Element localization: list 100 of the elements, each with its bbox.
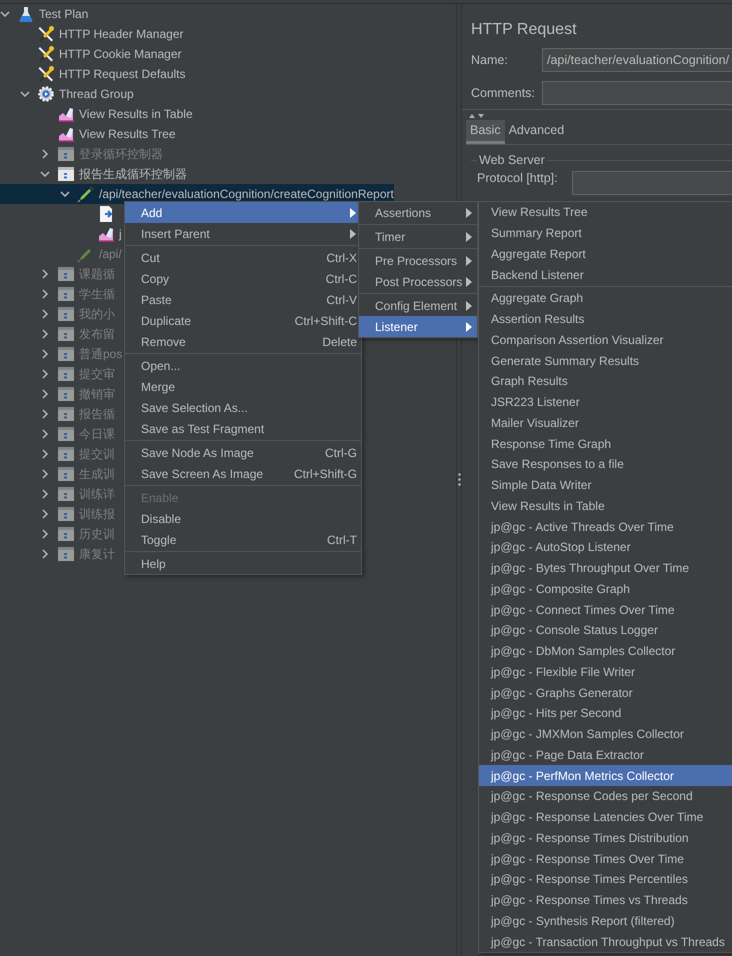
field-label: Comments: [471,84,536,102]
menu-item[interactable]: Cut Ctrl-X [125,247,361,268]
tree-item[interactable]: /api/teacher/evaluationCognition/createCognitionReport [0,184,394,204]
name-field[interactable]: /api/teacher/evaluationCognition/ [542,48,732,72]
tree-item[interactable]: j [0,224,122,244]
tree-item[interactable]: Test Plan [0,4,88,24]
splitter-grip-icon[interactable] [458,473,460,486]
tab[interactable]: Advanced [504,120,568,144]
menu-item[interactable]: Remove Delete [125,331,361,352]
menu-item[interactable]: jp@gc - Transaction Throughput vs Threads [479,931,732,952]
shortcut-label: Ctrl-T [326,532,357,548]
menu-item[interactable]: jp@gc - Response Times Distribution [479,828,732,848]
menu-item[interactable]: jp@gc - Response Times Over Time [479,848,732,869]
shortcut-label: Ctrl+Shift-G [292,466,357,482]
expand-chevron-icon[interactable] [40,169,50,179]
menu-item[interactable]: Timer [359,226,477,247]
menu-item[interactable]: jp@gc - AutoStop Listener [479,537,732,558]
protocol-field[interactable] [572,171,732,195]
tools-icon [37,25,55,43]
menu-item[interactable]: Paste Ctrl-V [125,289,361,310]
controller-icon [57,505,75,523]
panel-title: HTTP Request [471,20,578,40]
tab[interactable]: Basic [466,120,505,144]
menu-item[interactable]: Save as Test Fragment [125,418,361,439]
menu-item[interactable]: jp@gc - Response Times vs Threads [479,890,732,910]
menu-item[interactable]: jp@gc - Flexible File Writer [479,662,732,682]
menu-item[interactable]: Assertions [359,202,477,223]
menu-item[interactable]: jp@gc - DbMon Samples Collector [479,640,732,662]
menu-item[interactable]: Add [125,202,361,223]
tree-item[interactable]: View Results Tree [0,124,176,144]
expand-chevron-icon[interactable] [60,189,70,199]
tools-icon [37,45,55,63]
group-title: Web Server [478,153,546,168]
collapse-arrows-icon[interactable] [468,112,485,119]
graph-icon [97,225,115,243]
menu-item[interactable]: Pre Processors [359,250,477,271]
tree-item[interactable]: HTTP Request Defaults [0,64,186,84]
menu-item[interactable]: jp@gc - Page Data Extractor [479,744,732,766]
tree-item[interactable]: HTTP Cookie Manager [0,44,182,64]
tree-item[interactable]: View Results in Table [0,104,193,124]
menu-item[interactable]: Generate Summary Results [479,350,732,371]
menu-item[interactable]: Mailer Visualizer [479,412,732,434]
controller-icon [57,265,75,283]
comments-field[interactable] [542,81,732,105]
menu-item[interactable]: Config Element [359,295,477,316]
menu-item[interactable]: Simple Data Writer [479,474,732,496]
menu-item[interactable]: Save Responses to a file [479,454,732,475]
controller-icon [57,285,75,303]
menu-item[interactable]: Toggle Ctrl-T [125,529,361,550]
menu-item[interactable]: jp@gc - Console Status Logger [479,620,732,641]
shortcut-label: Ctrl-V [325,292,357,308]
expand-chevron-icon[interactable] [20,89,30,99]
menu-item[interactable]: View Results Tree [479,202,732,223]
menu-item[interactable]: Duplicate Ctrl+Shift-C [125,310,361,331]
menu-item[interactable]: jp@gc - Graphs Generator [479,682,732,703]
menu-item[interactable]: Post Processors [359,271,477,292]
menu-item[interactable]: Comparison Assertion Visualizer [479,330,732,350]
menu-item[interactable]: jp@gc - Synthesis Report (filtered) [479,910,732,932]
menu-item[interactable]: jp@gc - Composite Graph [479,578,732,600]
menu-item[interactable]: Aggregate Report [479,244,732,264]
tree-item[interactable]: Thread Group [0,84,134,104]
menu-item[interactable]: jp@gc - Connect Times Over Time [479,599,732,620]
menu-item[interactable]: View Results in Table [479,496,732,516]
controller-icon [57,425,75,443]
menu-item[interactable]: Response Time Graph [479,433,732,454]
menu-item[interactable]: jp@gc - JMXMon Samples Collector [479,724,732,744]
menu-item[interactable]: jp@gc - Active Threads Over Time [479,516,732,537]
menu-item[interactable]: jp@gc - Hits per Second [479,703,732,724]
menu-item[interactable]: JSR223 Listener [479,392,732,412]
tree-item[interactable]: 报告生成循环控制器 [0,164,187,184]
menu-item[interactable]: Aggregate Graph [479,288,732,309]
shortcut-label: Ctrl-X [325,250,357,266]
expand-chevron-icon[interactable] [0,9,10,19]
controller-icon [57,165,75,183]
flask-icon [17,5,35,23]
controller-icon [57,325,75,343]
menu-item[interactable]: Backend Listener [479,264,732,285]
menu-item[interactable]: Open... [125,355,361,376]
menu-item[interactable]: Insert Parent [125,223,361,244]
menu-item[interactable]: jp@gc - PerfMon Metrics Collector [479,765,732,786]
menu-item[interactable]: Save Node As Image Ctrl-G [125,442,361,463]
tree-item[interactable]: HTTP Header Manager [0,24,184,44]
menu-item[interactable]: Disable [125,508,361,529]
menu-item[interactable]: jp@gc - Response Codes per Second [479,786,732,807]
tools-icon [37,65,55,83]
menu-item[interactable]: Help [125,553,361,574]
shortcut-label: Ctrl-C [324,270,357,288]
menu-item[interactable]: jp@gc - Response Latencies Over Time [479,806,732,828]
menu-item[interactable]: Save Screen As Image Ctrl+Shift-G [125,463,361,484]
menu-item[interactable]: jp@gc - Response Times Percentiles [479,869,732,890]
controller-icon [57,365,75,383]
menu-item[interactable]: jp@gc - Bytes Throughput Over Time [479,558,732,578]
menu-item[interactable]: Assertion Results [479,308,732,330]
menu-item[interactable]: Listener [359,316,477,337]
menu-item[interactable]: Graph Results [479,371,732,392]
controller-icon [57,445,75,463]
menu-item[interactable]: Summary Report [479,222,732,244]
menu-item[interactable]: Copy Ctrl-C [125,268,361,289]
menu-item[interactable]: Save Selection As... [125,397,361,418]
menu-item[interactable]: Merge [125,376,361,397]
